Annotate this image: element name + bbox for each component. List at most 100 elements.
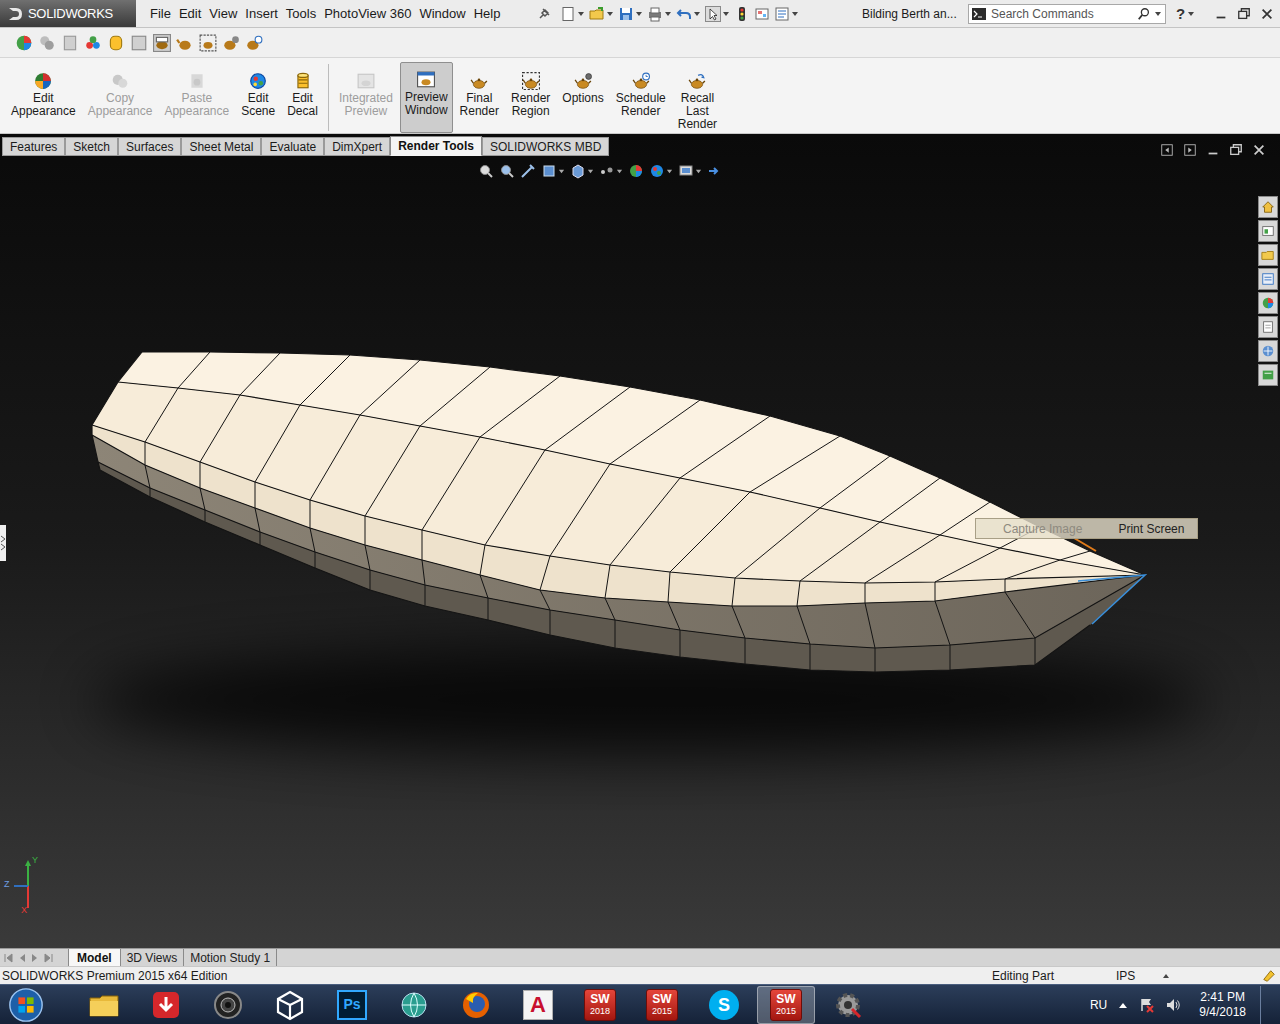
solidworks-icon[interactable]: SW2015 — [770, 989, 802, 1021]
toolbar-tool-icon[interactable] — [245, 34, 263, 52]
dropdown-arrow-icon[interactable] — [791, 9, 799, 19]
toolbar-button[interactable] — [560, 6, 585, 22]
dropdown-arrow-icon[interactable] — [635, 9, 643, 19]
search-input[interactable] — [987, 5, 1137, 23]
folder-icon[interactable] — [88, 989, 120, 1021]
toolbar-tool-icon[interactable] — [130, 34, 148, 52]
view-tool-icon[interactable] — [520, 163, 536, 179]
tab[interactable]: DimXpert — [324, 137, 390, 156]
menu-item[interactable]: Edit — [175, 4, 205, 24]
task-pane-icon[interactable] — [1261, 272, 1275, 286]
volume-icon[interactable] — [1165, 997, 1181, 1013]
solidworks-icon[interactable]: SW2018 — [584, 989, 616, 1021]
view-tool-button[interactable] — [478, 163, 494, 179]
taskbar-app[interactable]: SW2015 — [757, 986, 815, 1024]
viewport-window-icon[interactable] — [1229, 143, 1243, 157]
taskbar-app[interactable]: A — [509, 986, 567, 1024]
task-pane-tab[interactable] — [1258, 196, 1278, 218]
ribbon-button[interactable]: RecallLastRender — [673, 62, 722, 133]
firefox-icon[interactable] — [460, 989, 492, 1021]
clock[interactable]: 2:41 PM9/4/2018 — [1199, 990, 1246, 1020]
taskbar-app[interactable] — [199, 986, 257, 1024]
context-menu-item[interactable]: Print Screen — [1088, 520, 1190, 538]
task-pane-tab[interactable] — [1258, 220, 1278, 242]
menu-item[interactable]: Help — [470, 4, 505, 24]
ribbon-button[interactable]: EditAppearance — [6, 62, 81, 133]
toolbar-tool-icon[interactable] — [153, 34, 171, 52]
view-tool-button[interactable] — [599, 163, 623, 179]
model-tab[interactable]: 3D Views — [121, 949, 184, 966]
view-tool-icon[interactable] — [649, 163, 665, 179]
toolbar-tool-icon[interactable] — [38, 34, 56, 52]
options-icon[interactable] — [774, 6, 790, 22]
dropdown-arrow-icon[interactable] — [587, 167, 594, 176]
menu-item[interactable]: Insert — [241, 4, 282, 24]
model-tab[interactable]: Motion Study 1 — [184, 949, 277, 966]
help-label[interactable]: ? — [1176, 6, 1185, 21]
toolbar-button[interactable] — [647, 6, 672, 22]
view-tool-icon[interactable] — [499, 163, 515, 179]
task-pane-icon[interactable] — [1261, 296, 1275, 310]
viewport-window-icon[interactable] — [1206, 143, 1220, 157]
download-icon[interactable] — [150, 989, 182, 1021]
dropdown-arrow-icon[interactable] — [558, 167, 565, 176]
menu-item[interactable]: File — [146, 4, 175, 24]
task-pane-icon[interactable] — [1261, 320, 1275, 334]
toolbar-button[interactable] — [705, 6, 730, 22]
render-command-icon[interactable] — [574, 72, 592, 90]
render-command-icon[interactable] — [632, 72, 650, 90]
render-command-icon[interactable] — [688, 72, 706, 90]
view-tool-icon[interactable] — [599, 163, 615, 179]
dropdown-arrow-icon[interactable] — [1187, 9, 1195, 19]
taskbar-app[interactable]: Ps — [323, 986, 381, 1024]
task-pane-tab[interactable] — [1258, 364, 1278, 386]
show-desktop-button[interactable] — [1260, 986, 1270, 1024]
view-tool-button[interactable] — [499, 163, 515, 179]
ribbon-button[interactable]: RenderRegion — [506, 62, 555, 133]
viewport-window-icon[interactable] — [1252, 143, 1266, 157]
photoshop-icon[interactable]: Ps — [337, 990, 367, 1020]
new-icon[interactable] — [560, 6, 576, 22]
toolbar-tool-icon[interactable] — [176, 34, 194, 52]
minimize-icon[interactable] — [1214, 7, 1228, 21]
task-pane-icon[interactable] — [1261, 224, 1275, 238]
task-pane-icon[interactable] — [1261, 200, 1275, 214]
autocad-icon[interactable]: A — [523, 990, 553, 1020]
scroll-tab-icon[interactable] — [30, 953, 40, 963]
view-tool-button[interactable] — [520, 163, 536, 179]
restore-icon[interactable] — [1237, 7, 1251, 21]
view-tool-button[interactable] — [570, 163, 594, 179]
language-indicator[interactable]: RU — [1090, 996, 1107, 1014]
dropdown-arrow-icon[interactable] — [616, 167, 623, 176]
scroll-tab-icon[interactable] — [43, 953, 53, 963]
render-command-icon[interactable] — [417, 71, 435, 89]
dropdown-arrow-icon[interactable] — [606, 9, 614, 19]
dropdown-arrow-icon[interactable] — [666, 167, 673, 176]
rebuild-status-icon[interactable] — [1262, 969, 1276, 983]
pin-icon[interactable] — [536, 6, 552, 22]
view-tool-icon[interactable] — [707, 163, 723, 179]
toolbar-tool-icon[interactable] — [107, 34, 125, 52]
view-tool-icon[interactable] — [541, 163, 557, 179]
tab[interactable]: Sketch — [65, 137, 118, 156]
toolbar-tool-icon[interactable] — [61, 34, 79, 52]
action-center-icon[interactable] — [1139, 997, 1155, 1013]
view-tool-icon[interactable] — [478, 163, 494, 179]
render-command-icon[interactable] — [522, 72, 540, 90]
unit-system[interactable]: IPS — [1116, 967, 1162, 985]
dropdown-arrow-icon[interactable] — [693, 9, 701, 19]
search-options[interactable] — [1154, 9, 1162, 19]
graphics-area[interactable]: FeaturesSketchSurfacesSheet MetalEvaluat… — [0, 134, 1280, 948]
render-command-icon[interactable] — [470, 72, 488, 90]
select-icon[interactable] — [705, 6, 721, 22]
undo-icon[interactable] — [676, 6, 692, 22]
task-pane-icon[interactable] — [1261, 248, 1275, 262]
taskbar-app[interactable] — [819, 986, 877, 1024]
viewport-window-icon[interactable] — [1160, 143, 1174, 157]
task-pane-icon[interactable] — [1261, 344, 1275, 358]
task-pane-tab[interactable] — [1258, 340, 1278, 362]
task-pane-tab[interactable] — [1258, 244, 1278, 266]
expand-icon[interactable] — [0, 534, 6, 552]
view-tool-button[interactable] — [707, 163, 723, 179]
tab[interactable]: Render Tools — [390, 136, 482, 156]
